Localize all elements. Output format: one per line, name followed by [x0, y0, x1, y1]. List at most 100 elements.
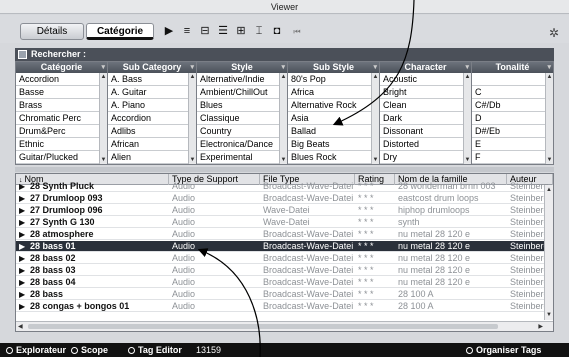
filter-item[interactable]: Adlibs	[108, 125, 196, 138]
scroll-right-icon[interactable]: ▶	[538, 323, 543, 330]
panel-divider[interactable]	[15, 167, 554, 172]
filter-item[interactable]: Chromatic Perc	[16, 112, 107, 125]
scroll-up-icon[interactable]: ▲	[546, 73, 553, 81]
filter-item[interactable]: Ambient/ChillOut	[197, 86, 287, 99]
filter-item[interactable]: Alternative Rock	[288, 99, 379, 112]
scroll-down-icon[interactable]: ▼	[546, 156, 553, 164]
table-row[interactable]: ▶ 28 bass 03 Audio Broadcast-Wave-Datei * * …	[16, 265, 549, 276]
scroll-up-icon[interactable]: ▲	[464, 73, 471, 81]
filter-item[interactable]: Accordion	[16, 73, 107, 86]
vertical-scrollbar[interactable]: ▲ ▼	[544, 185, 553, 320]
scroll-down-icon[interactable]: ▼	[464, 156, 471, 164]
filter-item[interactable]: Big Beats	[288, 138, 379, 151]
scroll-thumb[interactable]	[28, 324, 498, 329]
tag-editor-radio[interactable]: Tag Editor	[128, 343, 182, 357]
filter-item[interactable]: Ballad	[288, 125, 379, 138]
filter-item[interactable]: Acoustic	[380, 73, 471, 86]
play-icon[interactable]: ▶	[162, 25, 176, 38]
filter-item[interactable]: A. Piano	[108, 99, 196, 112]
column-header[interactable]: Character ▾	[380, 62, 471, 73]
list-icon[interactable]: ☰	[216, 25, 230, 38]
column-header[interactable]: Sub Style ▾	[288, 62, 379, 73]
table-row[interactable]: ▶ 28 congas + bongos 01 Audio Broadcast-Wav…	[16, 301, 549, 312]
filter-item[interactable]: A. Guitar	[108, 86, 196, 99]
scroll-up-icon[interactable]: ▲	[280, 73, 287, 81]
scrollbar[interactable]: ▲ ▼	[188, 73, 196, 164]
filter-item[interactable]: Dry	[380, 151, 471, 164]
filter-item[interactable]: Drum&Perc	[16, 125, 107, 138]
column-header[interactable]: Sub Category ▾	[108, 62, 196, 73]
scroll-down-icon[interactable]: ▼	[280, 156, 287, 164]
filter-item[interactable]	[472, 73, 553, 86]
filter-item[interactable]: Country	[197, 125, 287, 138]
organiser-tags-radio[interactable]: Organiser Tags	[466, 343, 541, 357]
table-row[interactable]: ▶ 28 Synth Pluck Audio Broadcast-Wave-Datei…	[16, 181, 549, 192]
dropdown-icon[interactable]: ▾	[101, 62, 105, 73]
filter-item[interactable]: Ethnic	[16, 138, 107, 151]
dropdown-icon[interactable]: ▾	[547, 62, 551, 73]
filter-item[interactable]: Electronica/Dance	[197, 138, 287, 151]
scroll-down-icon[interactable]: ▼	[189, 156, 196, 164]
filter-item[interactable]: African	[108, 138, 196, 151]
scrollbar[interactable]: ▲ ▼	[99, 73, 107, 164]
column-header[interactable]: Catégorie ▾	[16, 62, 107, 73]
filter-item[interactable]: Asia	[288, 112, 379, 125]
filter-item[interactable]: A. Bass	[108, 73, 196, 86]
column-header[interactable]: Style ▾	[197, 62, 287, 73]
table-row[interactable]: ▶ 28 bass 02 Audio Broadcast-Wave-Datei * * …	[16, 253, 549, 264]
speaker-icon[interactable]: ◘	[270, 25, 284, 38]
filter-item[interactable]: Alien	[108, 151, 196, 164]
filter-bars-icon[interactable]: ⊟	[198, 25, 212, 38]
scroll-up-icon[interactable]: ▲	[372, 73, 379, 81]
dropdown-icon[interactable]: ▾	[190, 62, 194, 73]
filter-item[interactable]: F	[472, 151, 553, 164]
scroll-down-icon[interactable]: ▼	[100, 156, 107, 164]
horizontal-scrollbar[interactable]: ◀ ▶	[16, 321, 553, 331]
table-row[interactable]: ▶ 28 bass 04 Audio Broadcast-Wave-Datei * * …	[16, 277, 549, 288]
scroll-left-icon[interactable]: ◀	[18, 323, 23, 330]
tab-categorie[interactable]: Catégorie	[86, 23, 154, 40]
table-row[interactable]: ▶ 27 Drumloop 096 Audio Wave-Datei * * * hiph…	[16, 205, 549, 216]
dropdown-icon[interactable]: ▾	[465, 62, 469, 73]
scrollbar[interactable]: ▲ ▼	[545, 73, 553, 164]
filter-item[interactable]: Distorted	[380, 138, 471, 151]
filter-item[interactable]: Clean	[380, 99, 471, 112]
filter-item[interactable]: D#/Eb	[472, 125, 553, 138]
scroll-up-icon[interactable]: ▲	[100, 73, 107, 81]
scrollbar[interactable]: ▲ ▼	[279, 73, 287, 164]
scroll-up-icon[interactable]: ▲	[546, 187, 552, 193]
filter-item[interactable]: Experimental	[197, 151, 287, 164]
tile-icon[interactable]: ⌶	[252, 25, 266, 38]
table-row[interactable]: ▶ 28 bass 01 Audio Broadcast-Wave-Datei * * …	[16, 241, 549, 252]
filter-item[interactable]: Alternative/Indie	[197, 73, 287, 86]
scroll-up-icon[interactable]: ▲	[189, 73, 196, 81]
scope-radio[interactable]: Scope	[71, 343, 108, 357]
scroll-down-icon[interactable]: ▼	[372, 156, 379, 164]
tab-details[interactable]: Détails	[20, 23, 84, 40]
filter-item[interactable]: D	[472, 112, 553, 125]
table-row[interactable]: ▶ 28 atmosphere Audio Broadcast-Wave-Datei *…	[16, 229, 549, 240]
filter-item[interactable]: C#/Db	[472, 99, 553, 112]
scrollbar[interactable]: ▲ ▼	[371, 73, 379, 164]
scroll-down-icon[interactable]: ▼	[546, 312, 552, 318]
filter-item[interactable]: Dark	[380, 112, 471, 125]
search-toggle-icon[interactable]	[18, 50, 27, 59]
filter-item[interactable]: C	[472, 86, 553, 99]
rewind-icon[interactable]: ⏮	[290, 25, 304, 38]
filter-item[interactable]: Bright	[380, 86, 471, 99]
table-row[interactable]: ▶ 28 bass Audio Broadcast-Wave-Datei * * * 28…	[16, 289, 549, 300]
columns-icon[interactable]: ⊞	[234, 25, 248, 38]
filter-item[interactable]: Classique	[197, 112, 287, 125]
filter-item[interactable]: Dissonant	[380, 125, 471, 138]
search-bar[interactable]: Rechercher :	[15, 48, 554, 61]
filter-item[interactable]: Africa	[288, 86, 379, 99]
explorateur-radio[interactable]: Explorateur	[6, 343, 66, 357]
filter-item[interactable]: E	[472, 138, 553, 151]
filter-icon[interactable]: ≡	[180, 25, 194, 38]
filter-item[interactable]: Blues	[197, 99, 287, 112]
filter-item[interactable]: Basse	[16, 86, 107, 99]
filter-item[interactable]: 80's Pop	[288, 73, 379, 86]
filter-item[interactable]: Blues Rock	[288, 151, 379, 164]
filter-item[interactable]: Guitar/Plucked	[16, 151, 107, 164]
table-row[interactable]: ▶ 27 Drumloop 093 Audio Broadcast-Wave-Date…	[16, 193, 549, 204]
